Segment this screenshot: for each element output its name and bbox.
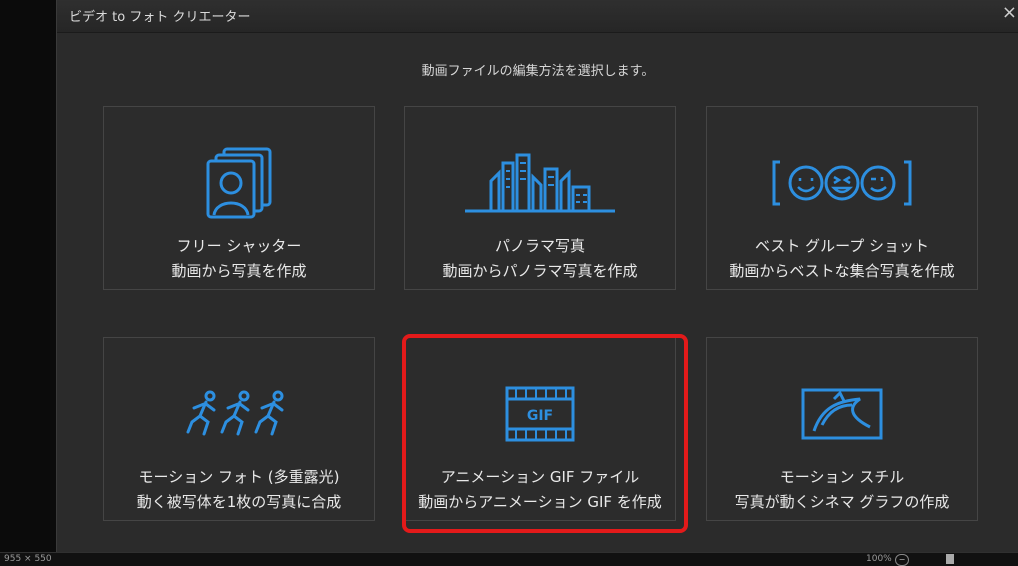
card-title: ベスト グループ ショット — [755, 237, 929, 255]
card-subtitle: 動く被写体を1枚の写真に合成 — [136, 493, 342, 511]
free-shutter-card[interactable]: フリー シャッター 動画から写真を作成 — [103, 106, 375, 290]
zoom-level: 100% — [866, 554, 892, 564]
title-bar: ビデオ to フォト クリエーター × — [57, 0, 1018, 33]
video-to-photo-dialog: ビデオ to フォト クリエーター × 動画ファイルの編集方法を選択します。 フ… — [56, 0, 1018, 552]
person-frames-icon — [104, 145, 374, 221]
window-title: ビデオ to フォト クリエーター — [69, 10, 251, 25]
zoom-out-button[interactable]: − — [895, 554, 909, 566]
card-title: モーション スチル — [779, 468, 905, 486]
background-strip — [0, 0, 56, 552]
card-subtitle: 動画から写真を作成 — [171, 262, 307, 280]
close-icon[interactable]: × — [1002, 4, 1017, 22]
card-subtitle: 写真が動くシネマ グラフの作成 — [734, 493, 950, 511]
cinemagraph-icon — [707, 376, 977, 452]
card-title: パノラマ写真 — [494, 237, 585, 255]
motion-photo-card[interactable]: モーション フォト (多重露光) 動く被写体を1枚の写真に合成 — [103, 337, 375, 521]
gif-filmstrip-icon: GIF — [405, 376, 675, 452]
panorama-card[interactable]: パノラマ写真 動画からパノラマ写真を作成 — [404, 106, 676, 290]
gif-label: GIF — [527, 408, 553, 424]
animated-gif-card[interactable]: GIF アニメーション GIF ファイル 動画からアニメーション GIF を作成 — [404, 337, 676, 521]
best-group-shot-card[interactable]: ベスト グループ ショット 動画からベストな集合写真を作成 — [706, 106, 978, 290]
card-title: フリー シャッター — [176, 237, 302, 255]
card-title: アニメーション GIF ファイル — [440, 468, 640, 486]
image-size-readout: 955 × 550 — [4, 554, 52, 564]
instruction-text: 動画ファイルの編集方法を選択します。 — [421, 64, 655, 79]
card-subtitle: 動画からベストな集合写真を作成 — [729, 262, 955, 280]
card-title: モーション フォト (多重露光) — [138, 468, 340, 486]
zoom-slider-handle[interactable] — [946, 554, 954, 564]
running-figures-icon — [104, 376, 374, 452]
card-subtitle: 動画からアニメーション GIF を作成 — [418, 493, 662, 511]
card-subtitle: 動画からパノラマ写真を作成 — [442, 262, 638, 280]
smiley-faces-icon — [707, 145, 977, 221]
motion-still-card[interactable]: モーション スチル 写真が動くシネマ グラフの作成 — [706, 337, 978, 521]
status-bar: 955 × 550 100% − — [0, 552, 1018, 566]
city-skyline-icon — [405, 145, 675, 221]
